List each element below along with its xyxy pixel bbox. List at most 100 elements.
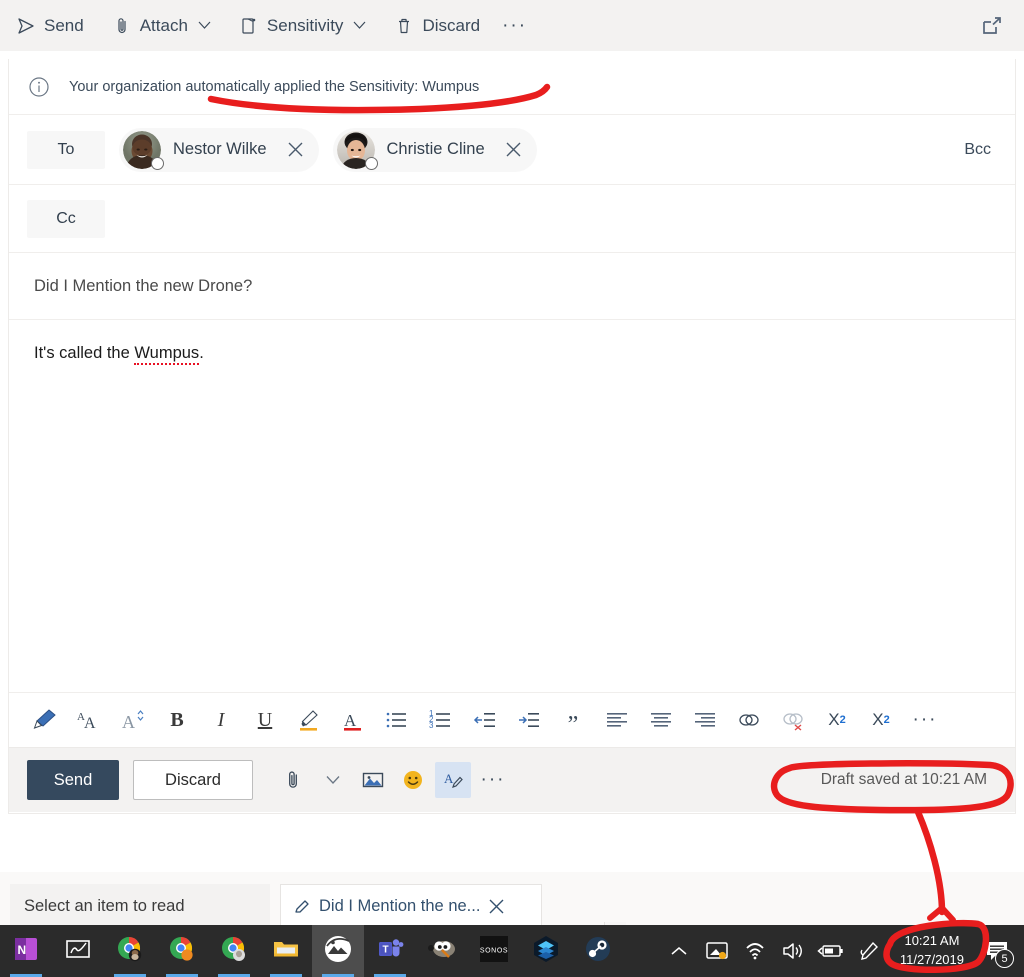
subject-input[interactable]: Did I Mention the new Drone?: [34, 277, 252, 296]
insert-picture-icon[interactable]: [355, 762, 391, 798]
svg-text:SONOS: SONOS: [480, 947, 508, 954]
remove-link-icon[interactable]: [771, 700, 815, 740]
chevron-down-icon: [353, 21, 366, 30]
emoji-icon[interactable]: [395, 762, 431, 798]
bold-icon[interactable]: B: [155, 700, 199, 740]
remove-recipient-button[interactable]: [281, 135, 311, 165]
align-center-icon[interactable]: [639, 700, 683, 740]
font-grow-icon[interactable]: A: [111, 700, 155, 740]
message-body-area[interactable]: It's called the Wumpus.: [9, 320, 1015, 692]
command-bar: Send Attach Sensitivity Discard ···: [0, 0, 1024, 51]
message-body-text[interactable]: It's called the Wumpus.: [34, 342, 990, 365]
svg-text:A: A: [344, 711, 357, 730]
whiteboard-icon: [63, 934, 93, 969]
send-arrow-icon: [16, 16, 36, 36]
battery-charging-icon[interactable]: [812, 925, 850, 977]
underline-icon[interactable]: U: [243, 700, 287, 740]
cc-row: Cc: [9, 185, 1015, 253]
draft-tab[interactable]: Did I Mention the ne...: [280, 884, 542, 928]
volume-icon[interactable]: [774, 925, 812, 977]
decrease-indent-icon[interactable]: [463, 700, 507, 740]
bulleted-list-icon[interactable]: [375, 700, 419, 740]
taskbar-item-gimp[interactable]: [416, 925, 468, 977]
numbered-list-icon[interactable]: 1 2 3: [419, 700, 463, 740]
taskbar-item-chrome-profile-1[interactable]: [104, 925, 156, 977]
sonos-icon: SONOS: [478, 935, 510, 968]
attach-chevron-down-icon[interactable]: [315, 762, 351, 798]
taskbar-item-onenote[interactable]: N: [0, 925, 52, 977]
wifi-icon[interactable]: [736, 925, 774, 977]
sensitivity-info-bar: Your organization automatically applied …: [9, 59, 1015, 115]
insert-link-icon[interactable]: [727, 700, 771, 740]
taskbar-item-file-explorer[interactable]: [260, 925, 312, 977]
subscript-base: X: [872, 710, 884, 729]
chrome-profile-2-icon: [167, 934, 197, 969]
compose-pane: Your organization automatically applied …: [8, 59, 1016, 814]
svg-text:3: 3: [429, 721, 434, 730]
windows-taskbar: N T SONOS 10:21 AM 11/27/2019 5: [0, 925, 1024, 977]
onedrive-camera-icon[interactable]: [698, 925, 736, 977]
align-left-icon[interactable]: [595, 700, 639, 740]
compose-action-bar: Send Discard A ··· Draft saved at 10:21 …: [9, 747, 1015, 812]
notification-center-button[interactable]: 5: [976, 925, 1018, 977]
taskbar-item-sonos[interactable]: SONOS: [468, 925, 520, 977]
more-options-icon[interactable]: ···: [475, 762, 511, 798]
clock-time: 10:21 AM: [904, 933, 960, 949]
body-text-prefix: It's called the: [34, 344, 135, 362]
font-size-icon[interactable]: A A: [67, 700, 111, 740]
quote-icon[interactable]: ”: [551, 700, 595, 740]
recipient-name: Christie Cline: [386, 140, 485, 158]
subscript-exponent: 2: [883, 714, 890, 726]
italic-icon[interactable]: I: [199, 700, 243, 740]
send-button[interactable]: Send: [27, 760, 119, 800]
trash-icon: [394, 16, 414, 36]
system-clock[interactable]: 10:21 AM 11/27/2019: [888, 932, 976, 970]
subject-row[interactable]: Did I Mention the new Drone?: [9, 253, 1015, 320]
taskbar-item-chrome-profile-3[interactable]: [208, 925, 260, 977]
subscript-icon[interactable]: X2: [859, 700, 903, 740]
highlight-icon[interactable]: [287, 700, 331, 740]
paperclip-icon: [112, 16, 132, 36]
system-tray: 10:21 AM 11/27/2019 5: [660, 925, 1024, 977]
to-field-label[interactable]: To: [27, 130, 105, 169]
recipient-pill[interactable]: Christie Cline: [332, 127, 537, 172]
chrome-profile-3-icon: [219, 934, 249, 969]
send-command-label: Send: [44, 16, 84, 35]
notification-count-badge: 5: [995, 949, 1014, 968]
taskbar-item-photos[interactable]: [312, 925, 364, 977]
superscript-icon[interactable]: X2: [815, 700, 859, 740]
close-icon[interactable]: [488, 898, 505, 915]
send-command[interactable]: Send: [4, 6, 96, 46]
font-color-icon[interactable]: A: [331, 700, 375, 740]
avatar: [123, 130, 164, 170]
recipient-pill[interactable]: Nestor Wilke: [119, 127, 319, 172]
taskbar-item-chrome-profile-2[interactable]: [156, 925, 208, 977]
attach-command-label: Attach: [139, 16, 188, 35]
taskbar-item-steam[interactable]: [572, 925, 624, 977]
align-right-icon[interactable]: [683, 700, 727, 740]
attach-command[interactable]: Attach: [100, 6, 223, 46]
outlook-compose-screen: Send Attach Sensitivity Discard ··· Your…: [0, 0, 1024, 977]
layers-app-icon: [531, 934, 561, 969]
discard-command[interactable]: Discard: [382, 6, 492, 46]
microsoft-teams-icon: T: [375, 934, 405, 969]
show-hidden-icons-chevron-icon[interactable]: [660, 925, 698, 977]
pen-workspace-icon[interactable]: [850, 925, 888, 977]
attach-icon[interactable]: [275, 762, 311, 798]
remove-recipient-button[interactable]: [499, 135, 529, 165]
cc-field-label[interactable]: Cc: [27, 199, 105, 238]
bcc-button[interactable]: Bcc: [964, 141, 991, 159]
more-formatting-icon[interactable]: ···: [903, 700, 947, 740]
taskbar-item-layers-app[interactable]: [520, 925, 572, 977]
open-in-new-window-icon[interactable]: [978, 12, 1006, 40]
taskbar-item-microsoft-teams[interactable]: T: [364, 925, 416, 977]
format-text-icon[interactable]: A: [435, 762, 471, 798]
command-bar-overflow-button[interactable]: ···: [492, 15, 537, 37]
svg-text:T: T: [383, 944, 389, 955]
increase-indent-icon[interactable]: [507, 700, 551, 740]
taskbar-item-whiteboard[interactable]: [52, 925, 104, 977]
svg-text:A: A: [444, 771, 454, 786]
format-painter-icon[interactable]: [23, 700, 67, 740]
discard-button[interactable]: Discard: [133, 760, 253, 800]
sensitivity-command[interactable]: Sensitivity: [227, 6, 379, 46]
